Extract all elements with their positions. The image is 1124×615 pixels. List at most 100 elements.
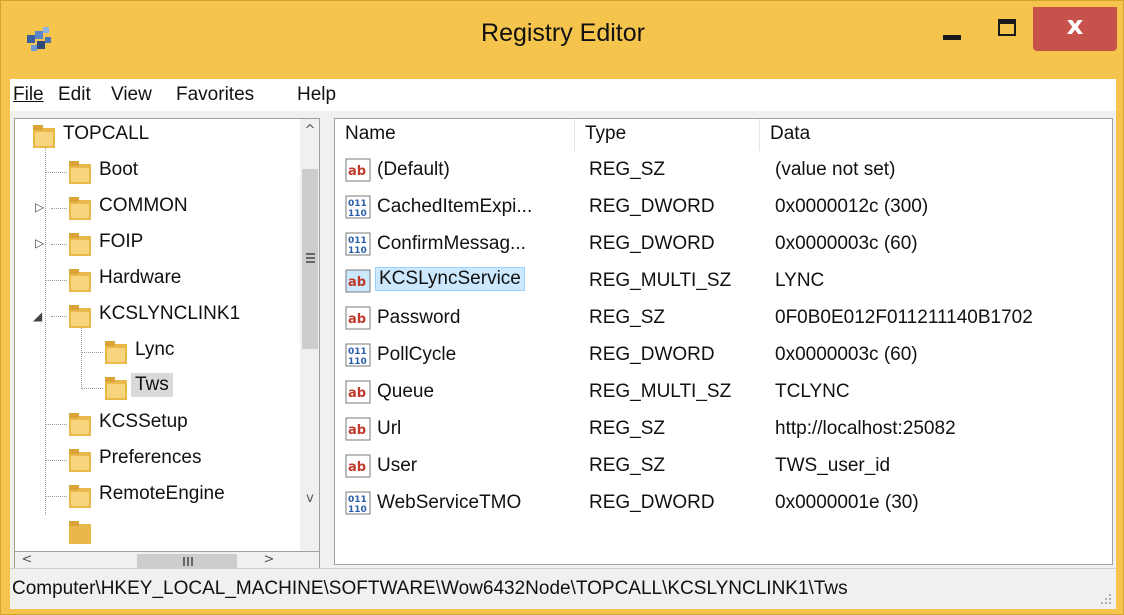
- value-name: User: [377, 455, 418, 476]
- tree-item-preferences[interactable]: Preferences: [15, 443, 295, 477]
- svg-text:011: 011: [348, 495, 367, 505]
- scroll-down-icon[interactable]: v: [300, 491, 319, 506]
- tree-item-label: COMMON: [99, 195, 188, 216]
- tree-item-boot[interactable]: Boot: [15, 155, 295, 189]
- tree-item-lync[interactable]: Lync: [15, 335, 295, 369]
- value-row[interactable]: ab Password REG_SZ 0F0B0E012F011211140B1…: [335, 300, 1112, 337]
- svg-text:ab: ab: [348, 460, 366, 475]
- tree-item-topcall[interactable]: TOPCALL: [15, 119, 295, 153]
- value-data: TWS_user_id: [775, 455, 891, 476]
- value-row-selected[interactable]: ab KCSLyncService REG_MULTI_SZ LYNC: [335, 263, 1112, 300]
- grip-icon: [191, 557, 193, 566]
- value-data: TCLYNC: [775, 381, 850, 402]
- svg-text:110: 110: [348, 505, 367, 515]
- grip-icon: [306, 253, 315, 255]
- tree-item-foip[interactable]: ▷ FOIP: [15, 227, 295, 261]
- tree-connector: [45, 460, 67, 461]
- tree-item-label-selected: Tws: [131, 373, 173, 397]
- expand-icon[interactable]: ▷: [35, 200, 44, 214]
- binary-value-icon: 011110: [345, 195, 371, 219]
- tree-item-common[interactable]: ▷ COMMON: [15, 191, 295, 225]
- key-tree[interactable]: TOPCALL Boot ▷ COMMON ▷ FOIP Hardware ◢: [14, 118, 320, 552]
- tree-item-hardware[interactable]: Hardware: [15, 263, 295, 297]
- maximize-icon: [998, 19, 1016, 36]
- tree-connector: [81, 388, 103, 389]
- collapse-icon[interactable]: ◢: [33, 309, 42, 323]
- value-name: PollCycle: [377, 344, 457, 365]
- expand-icon[interactable]: ▷: [35, 236, 44, 250]
- close-icon: x: [1066, 11, 1084, 41]
- value-row[interactable]: ab (Default) REG_SZ (value not set): [335, 152, 1112, 189]
- grip-icon: [183, 557, 185, 566]
- svg-text:011: 011: [348, 347, 367, 357]
- tree-item-label: KCSSetup: [99, 411, 188, 432]
- folder-icon: [69, 269, 91, 292]
- menu-edit[interactable]: Edit: [58, 84, 91, 106]
- values-list[interactable]: Name Type Data ab (Default) REG_SZ (valu…: [334, 118, 1113, 565]
- value-row[interactable]: 011 110 PollCycle REG_DWORD 0x0000003c (6…: [335, 337, 1112, 374]
- scroll-thumb[interactable]: [302, 169, 318, 349]
- value-row[interactable]: ab Url REG_SZ http://localhost:25082: [335, 411, 1112, 448]
- scroll-right-icon[interactable]: >: [259, 552, 279, 567]
- registry-editor-window: Registry Editor x File Edit View Favorit…: [0, 0, 1124, 615]
- value-data: 0F0B0E012F011211140B1702: [775, 307, 1033, 328]
- svg-text:ab: ab: [348, 386, 366, 401]
- tree-item-partial[interactable]: [15, 515, 295, 549]
- value-name: KCSLyncService: [375, 267, 525, 291]
- menu-help[interactable]: Help: [297, 84, 336, 106]
- value-data: LYNC: [775, 270, 825, 291]
- minimize-button[interactable]: [923, 7, 981, 51]
- binary-value-icon: 011110: [345, 343, 371, 367]
- value-row[interactable]: 011 110 CachedItemExpi... REG_DWORD 0x000…: [335, 189, 1112, 226]
- resize-grip-icon[interactable]: [1100, 593, 1112, 605]
- tree-vertical-scrollbar[interactable]: ^ v: [300, 119, 319, 551]
- scroll-up-icon[interactable]: ^: [300, 123, 319, 138]
- menu-bar: File Edit View Favorites Help: [10, 79, 1116, 111]
- scroll-thumb-horizontal[interactable]: [137, 554, 237, 569]
- tree-item-kcssetup[interactable]: KCSSetup: [15, 407, 295, 441]
- tree-item-label: KCSLYNCLINK1: [99, 303, 241, 324]
- svg-text:ab: ab: [348, 275, 366, 290]
- menu-view[interactable]: View: [111, 84, 152, 106]
- close-button[interactable]: x: [1033, 7, 1117, 51]
- title-bar[interactable]: Registry Editor x: [1, 1, 1124, 79]
- tree-item-label: RemoteEngine: [99, 483, 225, 504]
- value-row[interactable]: ab Queue REG_MULTI_SZ TCLYNC: [335, 374, 1112, 411]
- menu-favorites[interactable]: Favorites: [176, 84, 254, 106]
- value-name: Password: [377, 307, 461, 328]
- string-value-icon: ab: [345, 269, 371, 293]
- value-type: REG_SZ: [589, 418, 666, 439]
- menu-file[interactable]: File: [13, 84, 44, 106]
- value-type: REG_SZ: [589, 159, 666, 180]
- value-type: REG_MULTI_SZ: [589, 270, 732, 291]
- column-header-data[interactable]: Data: [760, 119, 1112, 151]
- binary-value-icon: 011110: [345, 232, 371, 256]
- value-name: Url: [377, 418, 402, 439]
- maximize-button[interactable]: [981, 7, 1033, 51]
- menu-help-label: Help: [297, 84, 337, 105]
- tree-connector: [45, 424, 67, 425]
- tree-item-kcslynclink1[interactable]: ◢ KCSLYNCLINK1: [15, 299, 295, 333]
- tree-item-label: FOIP: [99, 231, 144, 252]
- scroll-left-icon[interactable]: <: [17, 552, 37, 567]
- value-row[interactable]: 011 110 WebServiceTMO REG_DWORD 0x0000001…: [335, 485, 1112, 522]
- column-header-type[interactable]: Type: [575, 119, 760, 151]
- minimize-icon: [943, 35, 961, 40]
- string-value-icon: ab: [345, 380, 371, 404]
- value-name: Queue: [377, 381, 435, 402]
- column-header-name[interactable]: Name: [335, 119, 575, 151]
- tree-item-remoteengine[interactable]: RemoteEngine: [15, 479, 295, 513]
- string-value-icon: ab: [345, 454, 371, 478]
- value-row[interactable]: ab User REG_SZ TWS_user_id: [335, 448, 1112, 485]
- tree-connector: [45, 496, 67, 497]
- tree-item-tws[interactable]: Tws: [15, 371, 295, 405]
- value-row[interactable]: 011 110 ConfirmMessag... REG_DWORD 0x0000…: [335, 226, 1112, 263]
- grip-icon: [306, 261, 315, 263]
- value-data: 0x0000003c (60): [775, 233, 918, 254]
- grip-icon: [306, 257, 315, 259]
- binary-value-icon: 011110: [345, 491, 371, 515]
- svg-text:110: 110: [348, 357, 367, 367]
- tree-connector: [45, 172, 67, 173]
- svg-text:ab: ab: [348, 312, 366, 327]
- menu-edit-label: Edit: [58, 84, 91, 105]
